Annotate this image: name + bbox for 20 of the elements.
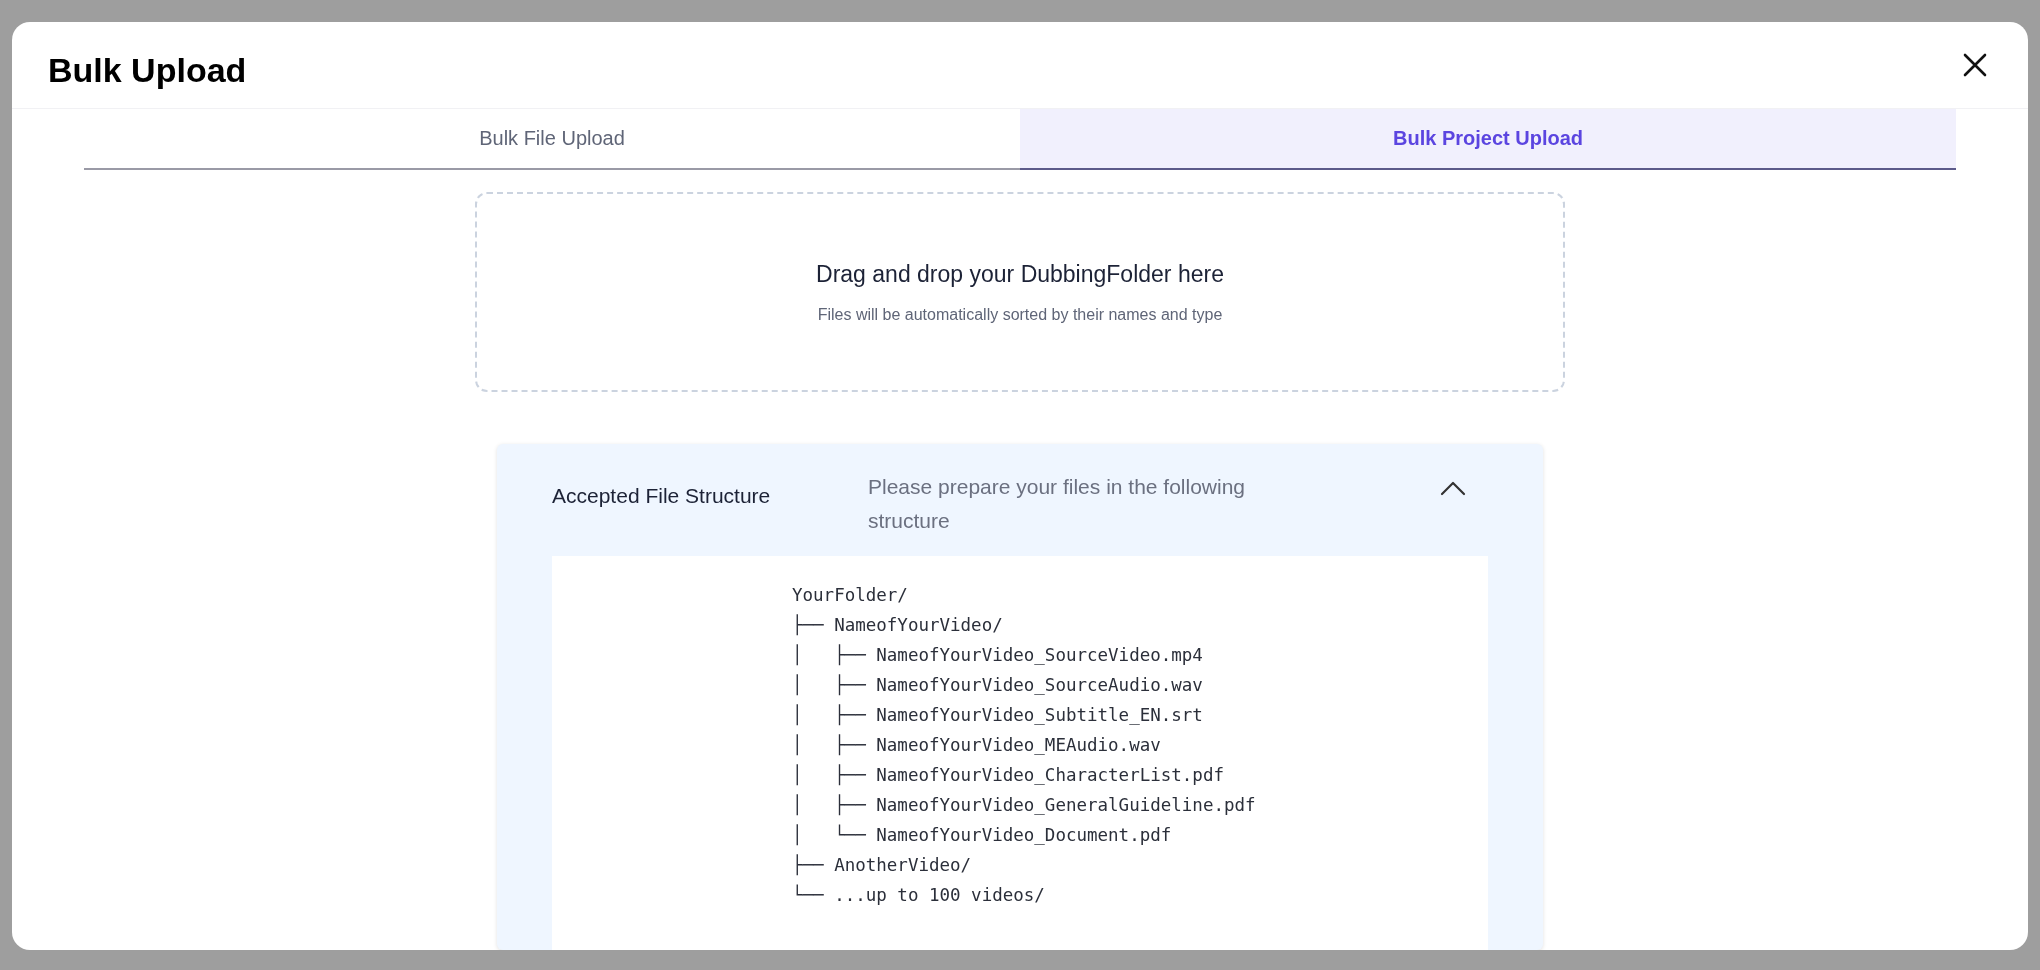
tree-line: │ ├── NameofYourVideo_SourceAudio.wav [792, 673, 1203, 698]
tree-line: │ ├── NameofYourVideo_GeneralGuideline.pdf [792, 793, 1256, 818]
tree-line: YourFolder/ [792, 584, 908, 607]
chevron-icon [1440, 480, 1466, 496]
drop-zone[interactable]: Drag and drop your DubbingFolder here Files will be automatically sorted by their names and type [475, 192, 1565, 392]
tree-line: │ ├── NameofYourVideo_SourceVideo.mp4 [792, 643, 1203, 668]
panel-title: Accepted File Structure [552, 483, 772, 508]
tab[interactable]: Bulk Project Upload [1020, 109, 1956, 170]
tree-line: │ └── NameofYourVideo_Document.pdf [792, 823, 1172, 848]
tree-line: │ ├── NameofYourVideo_MEAudio.wav [792, 733, 1161, 758]
drop-zone-hint: Files will be automatically sorted by their names and type [817, 305, 1223, 324]
drop-zone-title: Drag and drop your DubbingFolder here [816, 260, 1224, 288]
tree-line: ├── NameofYourVideo/ [792, 613, 1003, 638]
dialog-title: Bulk Upload [48, 49, 247, 90]
tree-line: └── ...up to 100 videos/ [792, 883, 1045, 907]
tree-line: │ ├── NameofYourVideo_CharacterList.pdf [792, 763, 1224, 788]
tree-line: ├── AnotherVideo/ [792, 853, 972, 878]
panel-description: Please prepare your files in the following structure [868, 474, 1247, 534]
tree-line: │ ├── NameofYourVideo_Subtitle_EN.srt [792, 703, 1203, 728]
close-icon [1962, 52, 1988, 78]
